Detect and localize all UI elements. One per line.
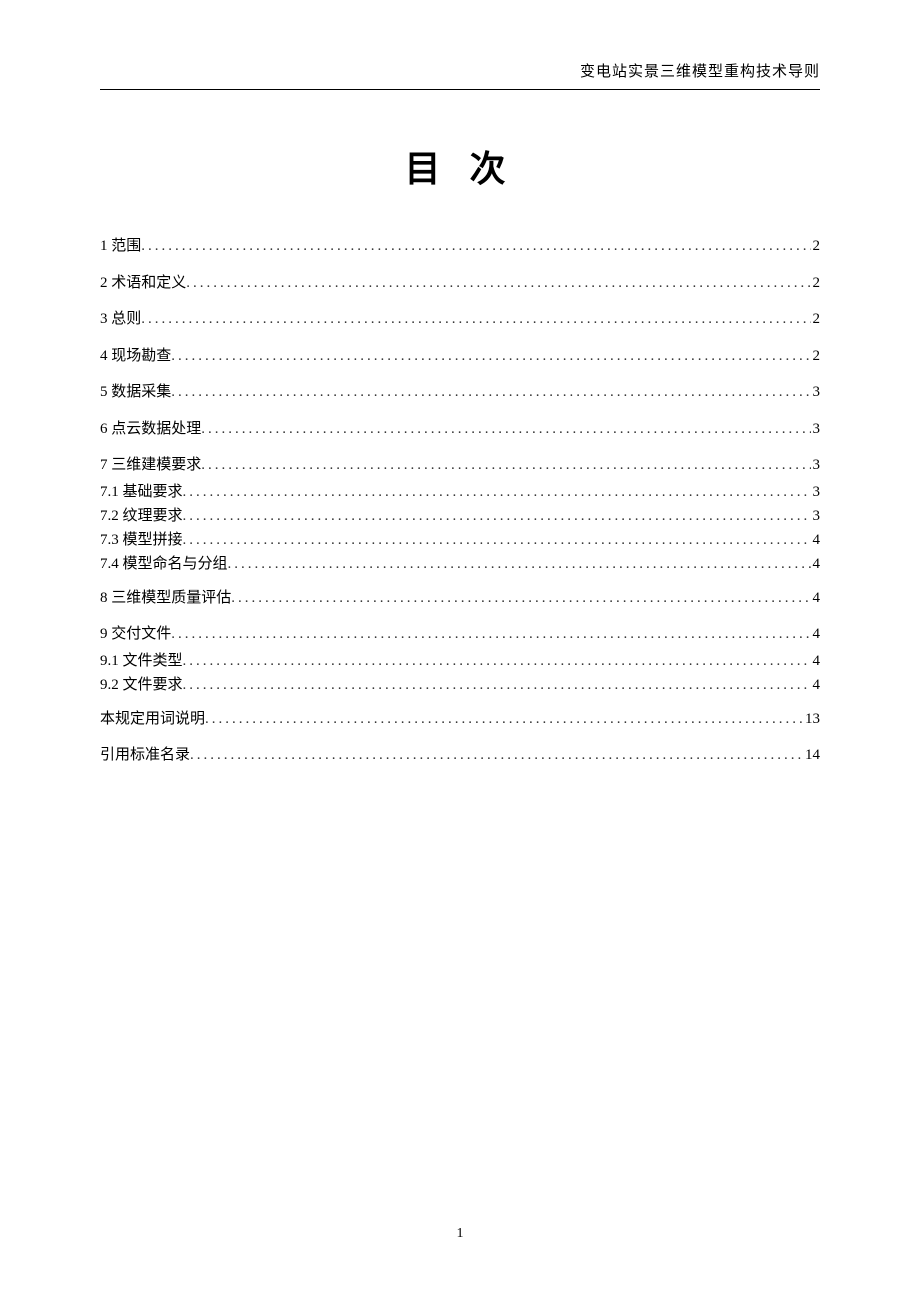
toc-entry-label: 6 点云数据处理 <box>100 415 201 444</box>
header-rule <box>100 89 820 90</box>
toc-leader-dots <box>183 504 811 528</box>
toc-entry-page: 3 <box>811 415 821 444</box>
toc-leader-dots <box>171 378 810 407</box>
toc-entry-label: 7.3 模型拼接 <box>100 528 183 552</box>
toc-leader-dots <box>201 451 810 480</box>
toc-entry: 7.4 模型命名与分组 4 <box>100 552 820 576</box>
page-title: 目 次 <box>0 140 920 192</box>
toc-entry-label: 9.1 文件类型 <box>100 649 183 673</box>
toc-entry: 2 术语和定义 2 <box>100 269 820 298</box>
toc-entry: 5 数据采集 3 <box>100 378 820 407</box>
toc-entry-page: 3 <box>811 378 821 407</box>
toc-leader-dots <box>231 584 810 613</box>
toc-entry-page: 4 <box>811 673 821 697</box>
toc-entry: 8 三维模型质量评估 4 <box>100 584 820 613</box>
toc-leader-dots <box>171 620 810 649</box>
toc-entry-label: 3 总则 <box>100 305 141 334</box>
toc-leader-dots <box>186 269 810 298</box>
toc-leader-dots <box>183 673 811 697</box>
toc-leader-dots <box>171 342 810 371</box>
toc-entry: 3 总则 2 <box>100 305 820 334</box>
toc-entry-page: 4 <box>811 584 821 613</box>
toc-leader-dots <box>141 232 810 261</box>
toc-entry-label: 4 现场勘查 <box>100 342 171 371</box>
toc-entry: 引用标准名录 14 <box>100 741 820 770</box>
toc-entry-page: 4 <box>811 620 821 649</box>
toc-entry-label: 2 术语和定义 <box>100 269 186 298</box>
toc-entry: 7.2 纹理要求 3 <box>100 504 820 528</box>
toc-leader-dots <box>190 741 803 770</box>
toc-entry-page: 2 <box>811 269 821 298</box>
toc-entry-page: 14 <box>803 741 820 770</box>
toc-entry-label: 本规定用词说明 <box>100 705 205 734</box>
page-header: 变电站实景三维模型重构技术导则 <box>0 0 920 90</box>
running-header-title: 变电站实景三维模型重构技术导则 <box>100 60 820 87</box>
toc-leader-dots <box>183 649 811 673</box>
toc-entry-page: 3 <box>811 480 821 504</box>
toc-entry-label: 引用标准名录 <box>100 741 190 770</box>
toc-entry-label: 9.2 文件要求 <box>100 673 183 697</box>
toc-entry: 9.2 文件要求 4 <box>100 673 820 697</box>
toc-entry: 7 三维建模要求 3 <box>100 451 820 480</box>
page-number: 1 <box>0 1226 920 1242</box>
toc-entry-label: 8 三维模型质量评估 <box>100 584 231 613</box>
toc-entry-label: 5 数据采集 <box>100 378 171 407</box>
toc-leader-dots <box>183 528 811 552</box>
toc-entry-label: 7 三维建模要求 <box>100 451 201 480</box>
table-of-contents: 1 范围22 术语和定义23 总则24 现场勘查25 数据采集36 点云数据处理… <box>0 232 920 770</box>
toc-entry-label: 7.4 模型命名与分组 <box>100 552 228 576</box>
toc-entry: 7.1 基础要求 3 <box>100 480 820 504</box>
toc-entry-label: 1 范围 <box>100 232 141 261</box>
toc-entry-page: 4 <box>811 528 821 552</box>
toc-entry-page: 2 <box>811 305 821 334</box>
toc-entry-page: 4 <box>811 649 821 673</box>
toc-entry-page: 3 <box>811 504 821 528</box>
toc-leader-dots <box>201 415 810 444</box>
toc-entry-label: 9 交付文件 <box>100 620 171 649</box>
toc-entry-label: 7.2 纹理要求 <box>100 504 183 528</box>
toc-entry: 1 范围 2 <box>100 232 820 261</box>
toc-entry-page: 2 <box>811 232 821 261</box>
toc-entry: 6 点云数据处理 3 <box>100 415 820 444</box>
toc-entry: 本规定用词说明 13 <box>100 705 820 734</box>
toc-leader-dots <box>205 705 803 734</box>
toc-entry-page: 13 <box>803 705 820 734</box>
toc-leader-dots <box>141 305 810 334</box>
toc-entry: 9 交付文件 4 <box>100 620 820 649</box>
toc-leader-dots <box>228 552 811 576</box>
toc-entry-page: 4 <box>811 552 821 576</box>
toc-entry-label: 7.1 基础要求 <box>100 480 183 504</box>
toc-entry: 9.1 文件类型 4 <box>100 649 820 673</box>
toc-entry: 4 现场勘查 2 <box>100 342 820 371</box>
toc-leader-dots <box>183 480 811 504</box>
toc-entry: 7.3 模型拼接 4 <box>100 528 820 552</box>
toc-entry-page: 2 <box>811 342 821 371</box>
toc-entry-page: 3 <box>811 451 821 480</box>
